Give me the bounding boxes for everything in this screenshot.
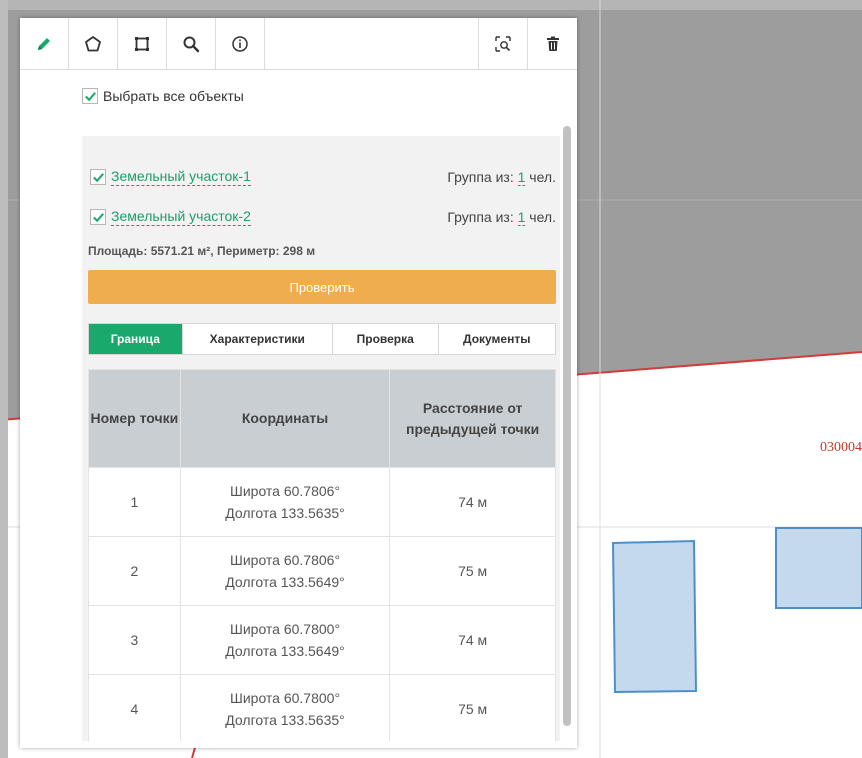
cell-point-number: 4	[88, 674, 181, 741]
longitude: Долгота 133.5635°	[225, 505, 345, 521]
map-parcel-label: 030004	[820, 440, 862, 455]
boundary-points-table: Номер точки Координаты Расстояние от пре…	[88, 369, 556, 741]
cell-point-number: 1	[88, 467, 181, 537]
select-all-row[interactable]: Выбрать все объекты	[82, 88, 244, 104]
select-all-checkbox[interactable]	[82, 88, 98, 104]
latitude: Широта 60.7800°	[230, 621, 341, 637]
delete-button[interactable]	[528, 18, 577, 70]
pencil-icon	[38, 38, 50, 50]
panel-scrollbar[interactable]	[563, 126, 571, 726]
col-header-distance: Расстояние от предыдущей точки	[389, 369, 556, 468]
checkmark-icon	[84, 91, 96, 101]
select-all-label: Выбрать все объекты	[103, 88, 244, 104]
cell-coordinates: Широта 60.7800° Долгота 133.5635°	[179, 674, 391, 741]
objects-panel: Выбрать все объекты Земельный участок-1 …	[20, 18, 577, 748]
tab-documents[interactable]: Документы	[439, 324, 556, 354]
search-icon	[183, 36, 200, 53]
group-suffix: чел.	[525, 169, 556, 185]
zoom-to-extent-icon	[495, 36, 511, 52]
info-tool-button[interactable]	[216, 18, 265, 70]
cell-distance: 74 м	[389, 605, 556, 675]
toolbar-spacer	[265, 18, 479, 69]
group-suffix: чел.	[525, 209, 556, 225]
tab-boundary[interactable]: Граница	[89, 324, 183, 354]
longitude: Долгота 133.5649°	[225, 574, 345, 590]
rectangle-tool-button[interactable]	[118, 18, 167, 70]
object-group: Группа из: 1 чел.	[447, 209, 556, 226]
cell-coordinates: Широта 60.7806° Долгота 133.5649°	[179, 536, 391, 606]
latitude: Широта 60.7806°	[230, 552, 341, 568]
object-checkbox[interactable]	[90, 169, 106, 185]
object-name-link[interactable]: Земельный участок-1	[111, 168, 251, 186]
col-header-point-number: Номер точки	[88, 369, 181, 468]
object-row: Земельный участок-2 Группа из: 1 чел.	[90, 204, 556, 230]
tab-characteristics[interactable]: Характеристики	[183, 324, 333, 354]
tab-check[interactable]: Проверка	[333, 324, 439, 354]
trash-icon	[546, 36, 559, 51]
map-parcel[interactable]	[611, 539, 698, 694]
tabs-bar: Граница Характеристики Проверка Документ…	[88, 323, 556, 355]
cell-coordinates: Широта 60.7806° Долгота 133.5635°	[179, 467, 391, 537]
cell-distance: 75 м	[389, 674, 556, 741]
draw-tool-button[interactable]	[20, 18, 69, 70]
cell-distance: 74 м	[389, 467, 556, 537]
object-name-link[interactable]: Земельный участок-2	[111, 208, 251, 226]
table-row: 2 Широта 60.7806° Долгота 133.5649° 75 м	[88, 536, 556, 606]
cell-coordinates: Широта 60.7800° Долгота 133.5649°	[179, 605, 391, 675]
cell-point-number: 2	[88, 536, 181, 606]
rectangle-icon	[135, 37, 149, 51]
longitude: Долгота 133.5649°	[225, 643, 345, 659]
object-group: Группа из: 1 чел.	[447, 169, 556, 186]
object-row: Земельный участок-1 Группа из: 1 чел.	[90, 164, 556, 190]
table-header-row: Номер точки Координаты Расстояние от пре…	[88, 369, 556, 468]
map-top-band	[0, 0, 862, 10]
checkmark-icon	[92, 212, 104, 222]
polygon-icon	[85, 36, 101, 52]
object-checkbox[interactable]	[90, 209, 106, 225]
group-prefix: Группа из:	[447, 209, 518, 225]
latitude: Широта 60.7806°	[230, 483, 341, 499]
cell-distance: 75 м	[389, 536, 556, 606]
check-button[interactable]: Проверить	[88, 270, 556, 304]
latitude: Широта 60.7800°	[230, 690, 341, 706]
col-header-coordinates: Координаты	[179, 369, 391, 468]
toolbar	[20, 18, 577, 70]
cell-point-number: 3	[88, 605, 181, 675]
longitude: Долгота 133.5635°	[225, 712, 345, 728]
checkmark-icon	[92, 172, 104, 182]
group-prefix: Группа из:	[447, 169, 518, 185]
map-parcel[interactable]	[775, 527, 862, 609]
polygon-tool-button[interactable]	[69, 18, 118, 70]
objects-content: Земельный участок-1 Группа из: 1 чел. Зе…	[82, 136, 560, 741]
zoom-to-extent-button[interactable]	[479, 18, 528, 70]
table-row: 3 Широта 60.7800° Долгота 133.5649° 74 м	[88, 605, 556, 675]
map-left-strip	[0, 0, 8, 758]
area-perimeter-summary: Площадь: 5571.21 м², Периметр: 298 м	[88, 244, 316, 258]
search-tool-button[interactable]	[167, 18, 216, 70]
table-row: 4 Широта 60.7800° Долгота 133.5635° 75 м	[88, 674, 556, 741]
table-row: 1 Широта 60.7806° Долгота 133.5635° 74 м	[88, 467, 556, 537]
info-icon	[232, 36, 248, 52]
